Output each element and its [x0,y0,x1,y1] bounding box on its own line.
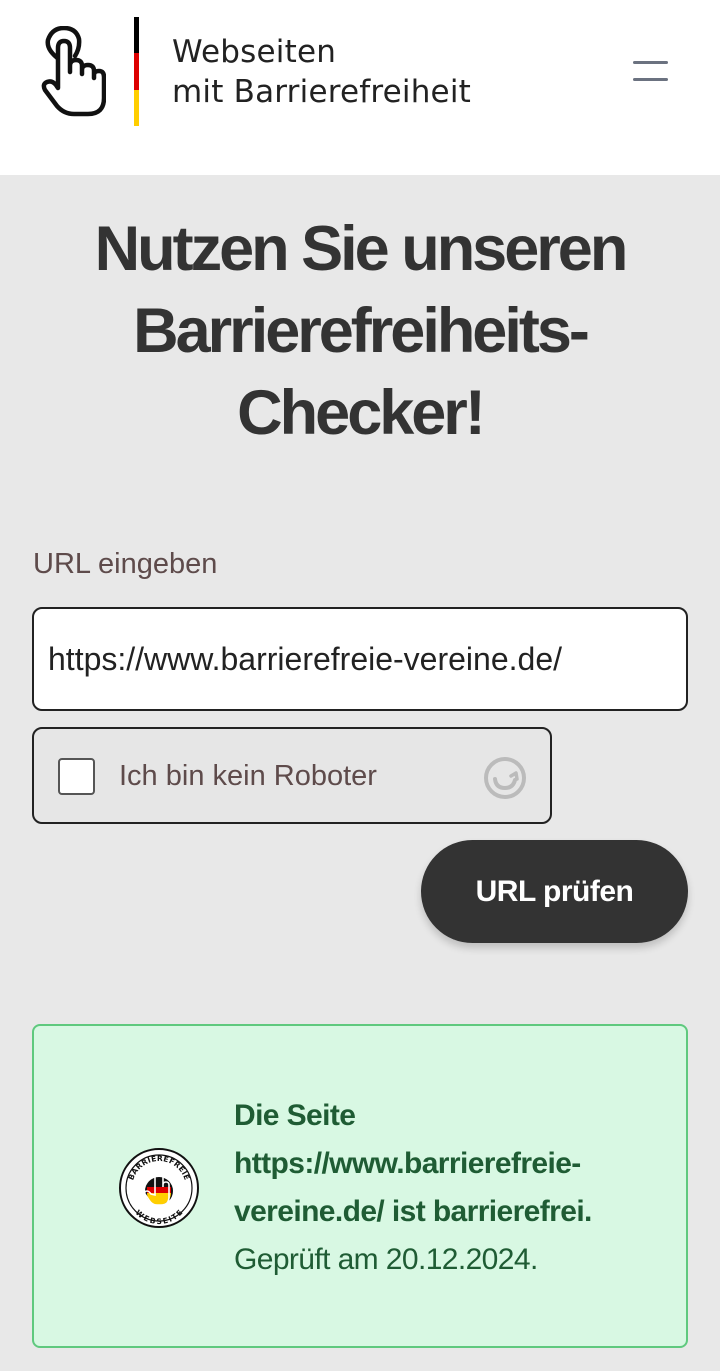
url-input[interactable] [32,607,688,711]
brand-line-1: Webseiten [172,34,337,70]
accessibility-badge-icon: BARRIEREFREIE WEBSEITE [119,1148,199,1228]
captcha-refresh-icon [484,757,526,799]
result-line-1: Die Seite [234,1099,356,1132]
site-header: Webseiten mit Barrierefreiheit [0,0,720,175]
title-line-3: Checker! [237,378,486,448]
captcha-label: Ich bin kein Roboter [119,760,377,792]
result-url-line: https://www.barrierefreie- [234,1147,581,1180]
url-label: URL eingeben [33,548,218,580]
title-line-1: Nutzen Sie unseren [94,214,629,284]
hamburger-menu-icon[interactable] [628,54,676,90]
flag-gold [134,89,139,126]
captcha-widget: Ich bin kein Roboter [32,727,552,824]
touch-hand-icon[interactable] [40,26,106,118]
result-checked-date: Geprüft am 20.12.2024. [234,1243,538,1276]
flag-red [134,53,139,90]
captcha-checkbox[interactable] [58,758,95,795]
check-url-button[interactable]: URL prüfen [421,840,688,943]
result-box: BARRIEREFREIE WEBSEITE Die Seite https:/… [32,1024,688,1348]
result-message: Die Seite https://www.barrierefreie- ver… [234,1092,654,1284]
page-title: Nutzen Sie unseren Barrierefreiheits- Ch… [30,208,690,454]
brand-line-2: mit Barrierefreiheit [172,74,471,110]
result-status-line: vereine.de/ ist barrierefrei. [234,1195,592,1228]
flag-stripe [134,17,139,126]
title-line-2: Barrierefreiheits- [133,296,590,366]
brand-name[interactable]: Webseiten mit Barrierefreiheit [172,32,471,112]
flag-black [134,17,139,54]
